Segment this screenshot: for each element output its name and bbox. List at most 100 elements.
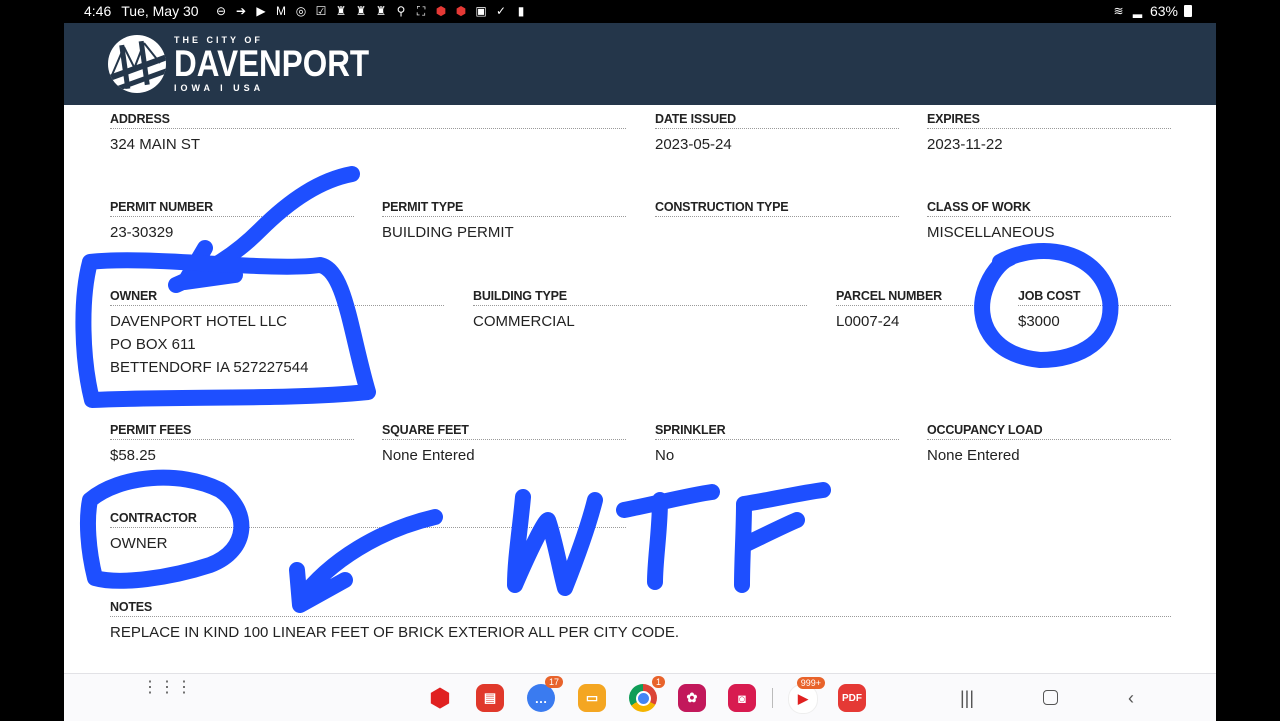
notes-app-icon[interactable]: ▤ — [476, 684, 504, 712]
home-button[interactable] — [1043, 690, 1058, 705]
sprinkler-label: SPRINKLER — [655, 423, 899, 440]
youtube-studio-icon: ⬢ — [435, 3, 447, 18]
field-contractor: CONTRACTOR OWNER — [110, 511, 626, 555]
back-button[interactable]: ‹ — [1128, 688, 1134, 709]
job-cost-label: JOB COST — [1018, 289, 1171, 306]
gmail-icon: M — [276, 3, 287, 18]
class-of-work-label: CLASS OF WORK — [927, 200, 1171, 217]
occupancy-load-value: None Entered — [927, 447, 1020, 464]
date-issued-label: DATE ISSUED — [655, 112, 899, 129]
keyhole-icon: ♜ — [335, 3, 347, 18]
sync-icon: ◎ — [295, 3, 307, 18]
field-job-cost: JOB COST $3000 — [1018, 289, 1171, 333]
field-class-of-work: CLASS OF WORK MISCELLANEOUS — [927, 200, 1171, 244]
logo-title: DAVENPORT — [174, 43, 370, 84]
wifi-icon: ≋ — [1113, 3, 1124, 18]
camera-app-icon[interactable]: ◙ — [728, 684, 756, 712]
date-issued-value: 2023-05-24 — [655, 136, 732, 153]
taskbar-divider — [772, 688, 773, 708]
permit-type-label: PERMIT TYPE — [382, 200, 626, 217]
youtube-studio-app-icon[interactable]: ⬢ — [426, 684, 454, 712]
field-building-type: BUILDING TYPE COMMERCIAL — [473, 289, 807, 333]
city-logo[interactable]: THE CITY OF DAVENPORT IOWA I USA — [108, 35, 404, 93]
status-time: 4:46 — [84, 3, 112, 19]
keyhole-icon: ♜ — [375, 3, 387, 18]
field-expires: EXPIRES 2023-11-22 — [927, 112, 1171, 156]
sprinkler-value: No — [655, 447, 675, 464]
owner-address-line: PO BOX 611 — [110, 336, 196, 353]
blossom-app-icon[interactable]: ✿ — [678, 684, 706, 712]
youtube-badge: 999+ — [796, 677, 825, 689]
notes-value: REPLACE IN KIND 100 LINEAR FEET OF BRICK… — [110, 624, 680, 641]
field-permit-number: PERMIT NUMBER 23-30329 — [110, 200, 354, 244]
files-app-icon[interactable]: ▭ — [578, 684, 606, 712]
download-done-icon: ✓ — [496, 3, 507, 18]
status-date: Tue, May 30 — [121, 3, 199, 19]
field-construction-type: CONSTRUCTION TYPE — [655, 200, 899, 221]
field-permit-type: PERMIT TYPE BUILDING PERMIT — [382, 200, 626, 244]
parcel-number-value: L0007-24 — [836, 313, 900, 330]
permit-number-value: 23-30329 — [110, 224, 174, 241]
sd-card-icon: ▮ — [517, 3, 525, 18]
permit-number-label: PERMIT NUMBER — [110, 200, 354, 217]
field-square-feet: SQUARE FEET None Entered — [382, 423, 626, 467]
bridge-icon — [108, 35, 166, 93]
field-notes: NOTES REPLACE IN KIND 100 LINEAR FEET OF… — [110, 600, 1171, 644]
youtube-app-icon[interactable]: ▶ 999+ — [788, 677, 825, 714]
permit-fees-value: $58.25 — [110, 447, 156, 464]
chrome-badge: 1 — [651, 676, 665, 688]
contractor-value: OWNER — [110, 535, 168, 552]
owner-name: DAVENPORT HOTEL LLC — [110, 313, 287, 330]
location-icon: ⚲ — [396, 3, 406, 18]
signal-icon: ▂ — [1132, 3, 1143, 18]
expires-label: EXPIRES — [927, 112, 1171, 129]
field-permit-fees: PERMIT FEES $58.25 — [110, 423, 354, 467]
youtube-icon: ▶ — [256, 3, 266, 18]
taskbar: ⋮⋮⋮ ⬢ ▤ … 17 ▭ 1 ✿ ◙ ▶ 999+ PDF ||| ‹ — [64, 673, 1216, 721]
recents-button[interactable]: ||| — [960, 688, 974, 709]
permit-fees-label: PERMIT FEES — [110, 423, 354, 440]
owner-label: OWNER — [110, 289, 444, 306]
site-header: THE CITY OF DAVENPORT IOWA I USA — [64, 23, 1216, 105]
gallery-icon: ▣ — [475, 3, 487, 18]
notes-label: NOTES — [110, 600, 1171, 617]
battery-icon — [1184, 5, 1192, 17]
messenger-icon: ➔ — [236, 3, 247, 18]
square-feet-value: None Entered — [382, 447, 475, 464]
contractor-label: CONTRACTOR — [110, 511, 626, 528]
permit-type-value: BUILDING PERMIT — [382, 224, 514, 241]
parcel-number-label: PARCEL NUMBER — [836, 289, 989, 306]
field-parcel-number: PARCEL NUMBER L0007-24 — [836, 289, 989, 333]
status-bar: 4:46 Tue, May 30 ⊖ ➔ ▶ M ◎ ☑ ♜ ♜ ♜ ⚲ ⛶ ⬢… — [0, 0, 1280, 23]
field-address: ADDRESS 324 MAIN ST — [110, 112, 626, 156]
job-cost-value: $3000 — [1018, 313, 1060, 330]
permit-page: THE CITY OF DAVENPORT IOWA I USA ADDRESS… — [64, 23, 1216, 721]
keyhole-icon: ♜ — [355, 3, 367, 18]
field-date-issued: DATE ISSUED 2023-05-24 — [655, 112, 899, 156]
expires-value: 2023-11-22 — [927, 136, 1003, 153]
address-value: 324 MAIN ST — [110, 136, 201, 153]
construction-type-label: CONSTRUCTION TYPE — [655, 200, 899, 217]
occupancy-load-label: OCCUPANCY LOAD — [927, 423, 1171, 440]
pdf-app-label: PDF — [842, 692, 862, 704]
messages-app-icon[interactable]: … 17 — [527, 676, 563, 712]
dnd-icon: ⊖ — [216, 3, 227, 18]
screenshot-icon: ⛶ — [416, 3, 426, 18]
logo-tagline-bottom: IOWA I USA — [174, 83, 265, 93]
field-owner: OWNER DAVENPORT HOTEL LLC PO BOX 611 BET… — [110, 289, 444, 379]
building-type-label: BUILDING TYPE — [473, 289, 807, 306]
app-drawer-button[interactable]: ⋮⋮⋮ — [142, 680, 193, 696]
address-label: ADDRESS — [110, 112, 626, 129]
messages-badge: 17 — [544, 676, 563, 688]
field-sprinkler: SPRINKLER No — [655, 423, 899, 467]
class-of-work-value: MISCELLANEOUS — [927, 224, 1055, 241]
square-feet-label: SQUARE FEET — [382, 423, 626, 440]
building-type-value: COMMERCIAL — [473, 313, 575, 330]
battery-percent: 63% — [1149, 3, 1178, 19]
field-occupancy-load: OCCUPANCY LOAD None Entered — [927, 423, 1171, 467]
checkbox-icon: ☑ — [315, 3, 327, 18]
pdf-app-icon[interactable]: PDF — [838, 684, 866, 712]
chrome-app-icon[interactable]: 1 — [629, 676, 665, 712]
owner-city-line: BETTENDORF IA 527227544 — [110, 359, 309, 376]
youtube-studio-icon: ⬢ — [455, 3, 467, 18]
